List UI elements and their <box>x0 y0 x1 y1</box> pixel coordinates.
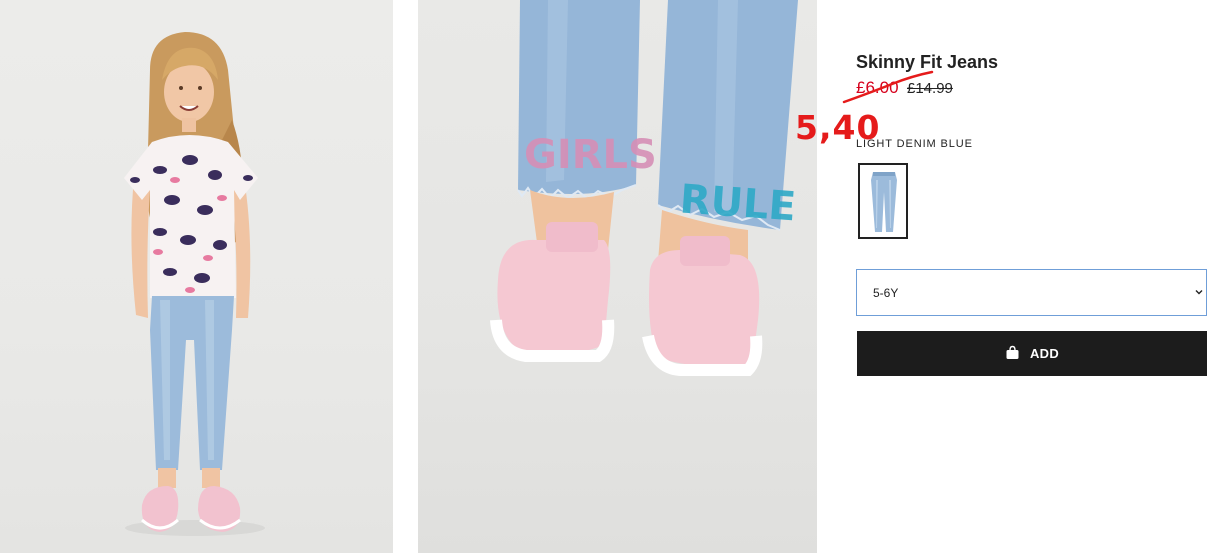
hem-text-left: GIRLS <box>524 132 657 178</box>
add-to-bag-button[interactable]: ADD <box>857 331 1207 376</box>
color-name: LIGHT DENIM BLUE <box>856 138 973 150</box>
selected-size: 5-6Y <box>873 286 899 300</box>
detail-illustration: GIRLS RULE <box>490 0 798 376</box>
product-photo-detail[interactable]: GIRLS RULE <box>418 0 817 553</box>
original-price: £14.99 <box>907 80 953 97</box>
price-row: £6.00 £14.99 <box>856 78 953 100</box>
add-button-label: ADD <box>1029 346 1060 361</box>
chevron-down-icon <box>1195 290 1203 295</box>
size-select[interactable]: 5-6Y <box>856 269 1207 316</box>
color-swatch-light-denim-blue[interactable] <box>858 163 908 239</box>
jeans-thumbnail-icon <box>871 172 897 232</box>
product-photo-model[interactable] <box>0 0 393 553</box>
shopping-bag-icon <box>1006 345 1019 359</box>
model-illustration <box>124 32 265 536</box>
sale-price: £6.00 <box>856 78 899 97</box>
product-title: Skinny Fit Jeans <box>856 52 999 72</box>
